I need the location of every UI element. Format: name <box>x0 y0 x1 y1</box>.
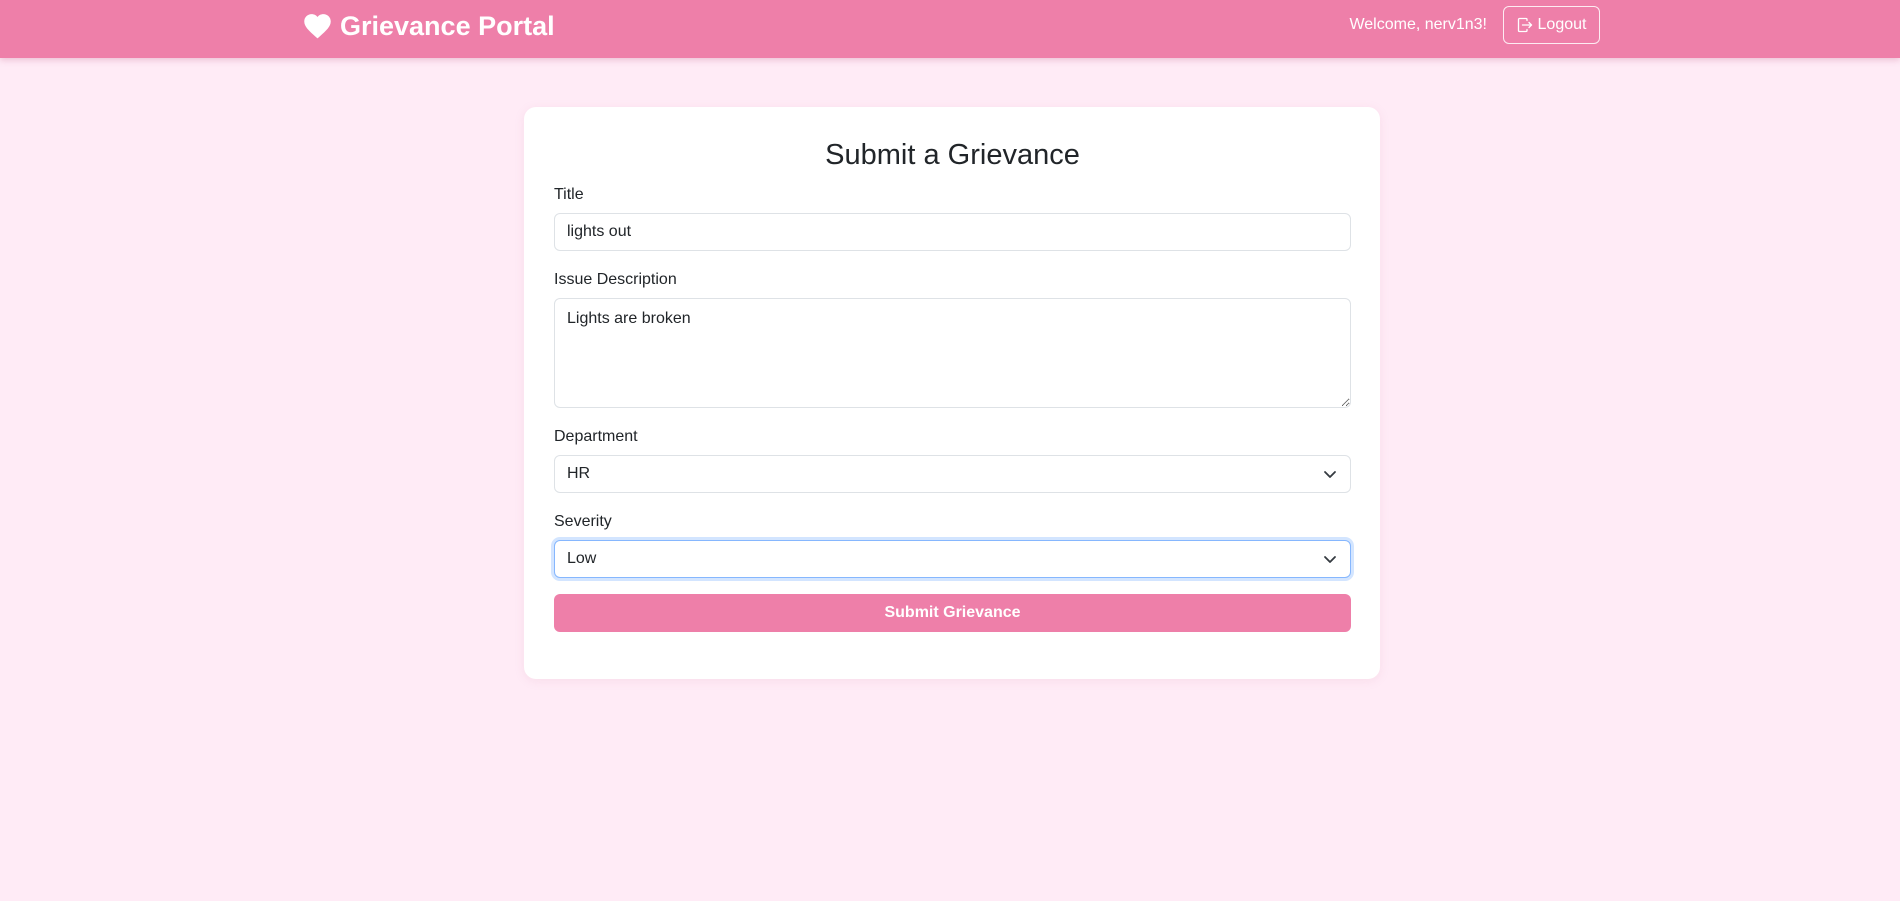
logout-button[interactable]: Logout <box>1503 6 1600 44</box>
title-input[interactable] <box>554 213 1351 251</box>
department-selected-value: HR <box>567 465 591 482</box>
logout-icon <box>1517 17 1532 33</box>
chevron-down-icon <box>1324 556 1336 563</box>
top-navbar: Grievance Portal Welcome, nerv1n3! Logou… <box>0 0 1900 58</box>
department-select[interactable]: HR <box>554 455 1351 493</box>
form-heading: Submit a Grievance <box>825 139 1080 171</box>
grievance-form-card: Submit a Grievance Title Issue Descripti… <box>524 107 1380 679</box>
brand-link[interactable]: Grievance Portal <box>303 10 555 42</box>
severity-label: Severity <box>554 513 612 530</box>
welcome-text: Welcome, nerv1n3! <box>1349 16 1487 33</box>
heart-icon <box>304 14 331 39</box>
department-select-wrapper: HR <box>554 455 1351 493</box>
brand-title: Grievance Portal <box>340 10 555 41</box>
title-label: Title <box>554 186 584 203</box>
severity-select[interactable]: Low <box>554 540 1351 578</box>
department-label: Department <box>554 428 638 445</box>
description-label: Issue Description <box>554 271 677 288</box>
description-textarea[interactable]: Lights are broken <box>554 298 1351 408</box>
severity-select-wrapper: Low <box>554 540 1351 578</box>
logout-label: Logout <box>1537 16 1587 33</box>
chevron-down-icon <box>1324 471 1336 478</box>
submit-grievance-button[interactable]: Submit Grievance <box>554 594 1351 632</box>
severity-selected-value: Low <box>567 550 597 567</box>
